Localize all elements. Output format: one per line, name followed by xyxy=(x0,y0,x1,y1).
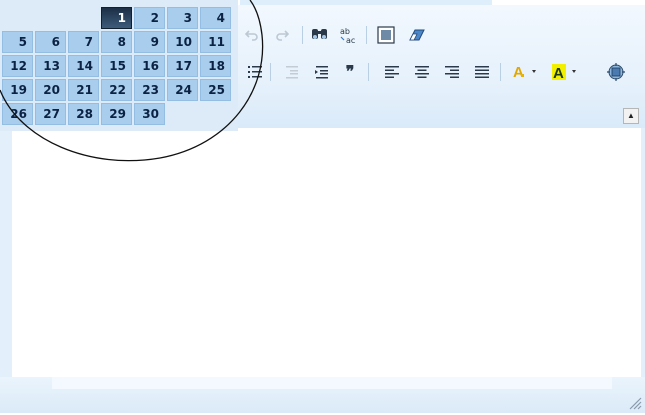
calendar-day-18[interactable]: 18 xyxy=(200,55,231,77)
outdent-icon[interactable] xyxy=(282,62,302,82)
calendar-day-20[interactable]: 20 xyxy=(35,79,66,101)
editor-content-area[interactable] xyxy=(12,128,641,377)
toolbar-separator xyxy=(368,63,369,81)
date-picker: 1 2 3 4 5 6 7 8 9 10 11 12 13 14 15 16 17 18 19 20 21 22 23 24 2… xyxy=(0,0,238,131)
toolbar-separator xyxy=(270,63,271,81)
toolbar: ab ac ❞ A A xyxy=(238,5,645,128)
calendar-day-28[interactable]: 28 xyxy=(68,103,99,125)
redo-icon[interactable] xyxy=(272,25,292,45)
svg-text:ac: ac xyxy=(346,36,355,44)
calendar-day-24[interactable]: 24 xyxy=(167,79,198,101)
fullscreen-icon[interactable] xyxy=(606,62,626,82)
toolbar-separator xyxy=(500,63,501,81)
calendar-day-15[interactable]: 15 xyxy=(101,55,132,77)
calendar-day-8[interactable]: 8 xyxy=(101,31,132,53)
calendar-day-30[interactable]: 30 xyxy=(134,103,165,125)
highlight-color-icon[interactable]: A xyxy=(550,62,580,82)
calendar-day-13[interactable]: 13 xyxy=(35,55,66,77)
indent-icon[interactable] xyxy=(312,62,332,82)
status-bar-highlight xyxy=(52,377,612,389)
justify-icon[interactable] xyxy=(472,62,492,82)
calendar-day-6[interactable]: 6 xyxy=(35,31,66,53)
calendar-day-22[interactable]: 22 xyxy=(101,79,132,101)
calendar-day-16[interactable]: 16 xyxy=(134,55,165,77)
calendar-day-14[interactable]: 14 xyxy=(68,55,99,77)
calendar-day-25[interactable]: 25 xyxy=(200,79,231,101)
toolbar-separator xyxy=(302,26,303,44)
svg-text:A: A xyxy=(513,64,524,81)
calendar-day-5[interactable]: 5 xyxy=(2,31,33,53)
eraser-icon[interactable] xyxy=(406,25,426,45)
blockquote-icon[interactable]: ❞ xyxy=(340,62,360,82)
calendar-empty-cell xyxy=(68,7,99,29)
calendar-day-17[interactable]: 17 xyxy=(167,55,198,77)
calendar-day-3[interactable]: 3 xyxy=(167,7,198,29)
replace-icon[interactable]: ab ac xyxy=(338,25,358,45)
calendar-day-10[interactable]: 10 xyxy=(167,31,198,53)
scroll-up-button[interactable]: ▲ xyxy=(623,108,639,124)
left-border xyxy=(0,128,12,413)
calendar-day-29[interactable]: 29 xyxy=(101,103,132,125)
right-border xyxy=(641,128,645,413)
calendar-day-7[interactable]: 7 xyxy=(68,31,99,53)
calendar-grid: 1 2 3 4 5 6 7 8 9 10 11 12 13 14 15 16 17 18 19 20 21 22 23 24 2… xyxy=(2,7,231,125)
calendar-day-2[interactable]: 2 xyxy=(134,7,165,29)
calendar-day-1[interactable]: 1 xyxy=(101,7,132,29)
select-all-icon[interactable] xyxy=(376,25,396,45)
toolbar-separator xyxy=(366,26,367,44)
find-icon[interactable] xyxy=(310,25,330,45)
calendar-day-11[interactable]: 11 xyxy=(200,31,231,53)
calendar-day-23[interactable]: 23 xyxy=(134,79,165,101)
undo-icon[interactable] xyxy=(242,25,262,45)
editor-window: ab ac ❞ A A ▲ 1 2 3 4 5 6 7 8 9 10 11 12… xyxy=(0,0,645,413)
calendar-empty-cell xyxy=(35,7,66,29)
calendar-empty-cell xyxy=(2,7,33,29)
calendar-day-12[interactable]: 12 xyxy=(2,55,33,77)
calendar-day-9[interactable]: 9 xyxy=(134,31,165,53)
bullet-list-icon[interactable] xyxy=(246,62,266,82)
align-center-icon[interactable] xyxy=(412,62,432,82)
svg-text:ab: ab xyxy=(340,27,350,36)
align-right-icon[interactable] xyxy=(442,62,462,82)
svg-text:A: A xyxy=(553,65,564,81)
calendar-empty-cell xyxy=(167,103,198,125)
resize-grip-icon[interactable] xyxy=(626,394,642,410)
calendar-day-26[interactable]: 26 xyxy=(2,103,33,125)
calendar-day-4[interactable]: 4 xyxy=(200,7,231,29)
calendar-empty-cell xyxy=(200,103,231,125)
calendar-day-21[interactable]: 21 xyxy=(68,79,99,101)
align-left-icon[interactable] xyxy=(382,62,402,82)
calendar-day-27[interactable]: 27 xyxy=(35,103,66,125)
status-bar xyxy=(0,377,645,413)
font-color-icon[interactable]: A xyxy=(510,62,540,82)
calendar-day-19[interactable]: 19 xyxy=(2,79,33,101)
